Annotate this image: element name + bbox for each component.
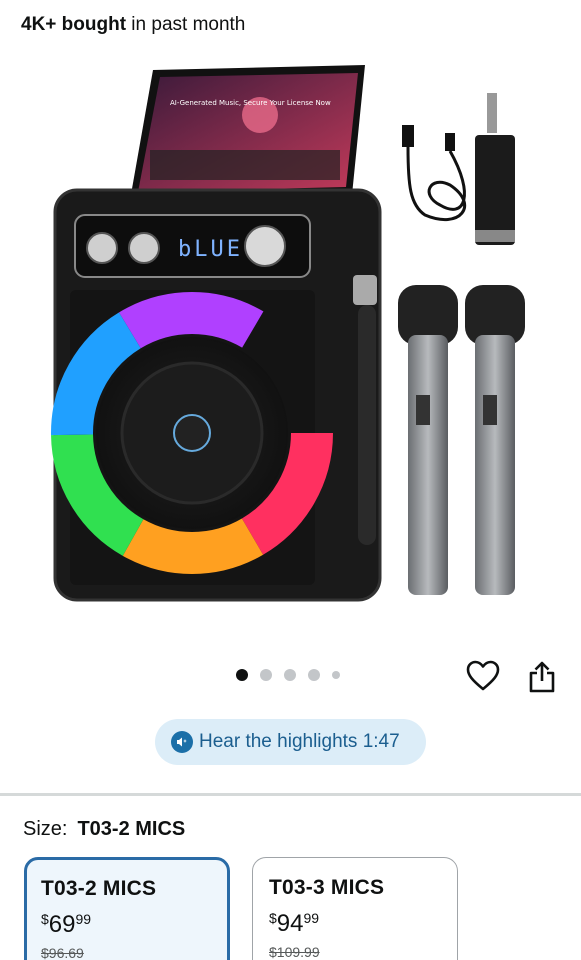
size-option-old-price: $96.69 xyxy=(41,945,84,960)
price-currency: $ xyxy=(269,910,277,926)
size-option-price: $9499 xyxy=(269,910,457,938)
tablet: AI-Generated Music, Secure Your License … xyxy=(130,65,365,200)
gallery-dot-4[interactable] xyxy=(308,669,320,681)
heart-icon[interactable] xyxy=(466,660,500,692)
price-whole: 69 xyxy=(48,911,76,938)
gallery-dot-1[interactable] xyxy=(236,669,248,681)
price-whole: 94 xyxy=(276,910,304,937)
size-selected-value: T03-2 MICS xyxy=(77,818,186,840)
size-option-name: T03-2 MICS xyxy=(41,877,157,900)
gallery-dot-3[interactable] xyxy=(284,669,296,681)
speaker: bLUE xyxy=(51,188,382,602)
size-option-old-price: $109.99 xyxy=(269,944,320,960)
price-currency: $ xyxy=(41,911,49,927)
gallery-dot-2[interactable] xyxy=(260,669,272,681)
size-option-price: $6999 xyxy=(41,911,227,939)
price-fraction: 99 xyxy=(303,910,320,926)
section-divider xyxy=(0,793,581,796)
bought-badge: 4K+ bought in past month xyxy=(21,14,245,36)
size-option-t03-3-mics[interactable]: T03-3 MICS $9499 $109.99 xyxy=(252,857,458,960)
microphones xyxy=(398,285,525,595)
size-selector-label: Size: T03-2 MICS xyxy=(23,818,185,841)
usb-cable xyxy=(402,125,467,221)
share-icon[interactable] xyxy=(527,660,557,694)
product-image[interactable]: AI-Generated Music, Secure Your License … xyxy=(20,55,565,615)
gallery-dots[interactable] xyxy=(236,669,340,681)
speaker-display: bLUE xyxy=(178,237,243,262)
strap xyxy=(475,93,515,245)
price-fraction: 99 xyxy=(75,911,92,927)
hear-highlights-label: Hear the highlights 1:47 xyxy=(199,731,400,752)
audio-sparkle-icon xyxy=(171,731,193,753)
hear-highlights-button[interactable]: Hear the highlights 1:47 xyxy=(155,719,426,765)
size-option-t03-2-mics[interactable]: T03-2 MICS $6999 $96.69 xyxy=(24,857,230,960)
size-label: Size: xyxy=(23,818,68,840)
bought-suffix: in past month xyxy=(126,14,246,35)
bought-count: 4K+ bought xyxy=(21,14,127,35)
gallery-dot-5[interactable] xyxy=(332,671,340,679)
size-option-name: T03-3 MICS xyxy=(269,876,385,899)
tablet-text: AI-Generated Music, Secure Your License … xyxy=(170,99,331,107)
